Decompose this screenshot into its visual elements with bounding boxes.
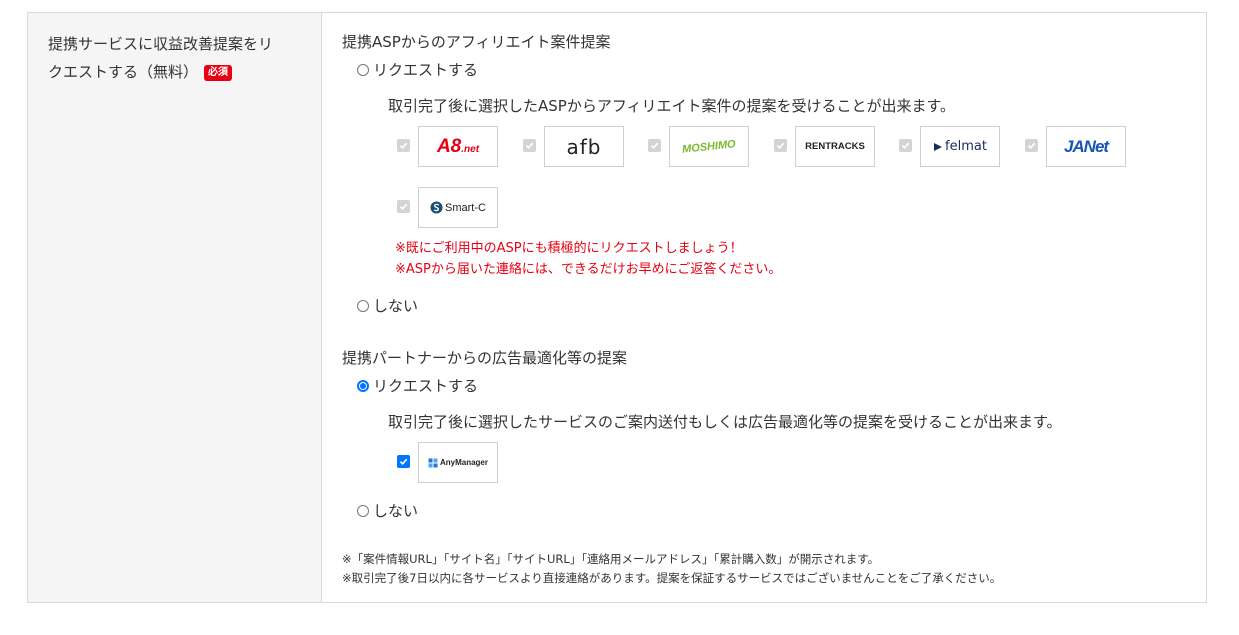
check-icon	[525, 142, 534, 150]
asp-section-title: 提携ASPからのアフィリエイト案件提案	[342, 33, 611, 51]
a8net-logo[interactable]: A8 .net	[418, 126, 498, 167]
felmat-logo[interactable]: felmat	[920, 126, 1000, 167]
smartc-checkbox[interactable]	[397, 200, 410, 213]
row-label-line1: 提携サービスに収益改善提案をリ	[48, 35, 274, 53]
asp-description: 取引完了後に選択したASPからアフィリエイト案件の提案を受けることが出来ます。	[388, 97, 956, 115]
rentracks-logo[interactable]: RENTRACKS	[795, 126, 875, 167]
asp-request-radio-option[interactable]: リクエストする	[357, 60, 478, 80]
anymanager-mark-icon	[428, 458, 438, 467]
moshimo-logo[interactable]: MOSHIMO	[669, 126, 749, 167]
check-icon	[901, 142, 910, 150]
row-content: 提携ASPからのアフィリエイト案件提案 リクエストする 取引完了後に選択したAS…	[322, 13, 1206, 602]
felmat-checkbox[interactable]	[899, 139, 912, 152]
partner-decline-label: しない	[373, 502, 419, 520]
check-icon	[650, 142, 659, 150]
row-label-line2: クエストする（無料）	[48, 63, 199, 81]
check-icon	[1027, 142, 1036, 150]
asp-notice-2: ※ASPから届いた連絡には、できるだけお早めにご返答ください。	[395, 262, 782, 277]
partner-section-title: 提携パートナーからの広告最適化等の提案	[342, 349, 628, 367]
play-icon	[934, 142, 943, 151]
row-header: 提携サービスに収益改善提案をリ クエストする（無料） 必須	[28, 13, 322, 602]
partner-request-radio-option[interactable]: リクエストする	[357, 376, 478, 396]
asp-notice-1: ※既にご利用中のASPにも積極的にリクエストしましょう！	[395, 241, 743, 256]
required-badge: 必須	[204, 65, 233, 81]
form-table: 提携サービスに収益改善提案をリ クエストする（無料） 必須 提携ASPからのアフィ…	[27, 12, 1207, 603]
asp-decline-label: しない	[373, 297, 419, 315]
footnote-contact: ※取引完了後7日以内に各サービスより直接連絡があります。提案を保証するサービスで…	[342, 571, 1002, 585]
asp-request-label: リクエストする	[373, 61, 479, 79]
asp-decline-radio[interactable]	[357, 300, 369, 312]
moshimo-checkbox[interactable]	[648, 139, 661, 152]
anymanager-checkbox[interactable]	[397, 455, 410, 468]
asp-request-radio[interactable]	[357, 64, 369, 76]
rentracks-checkbox[interactable]	[774, 139, 787, 152]
check-icon	[399, 142, 408, 150]
partner-decline-radio-option[interactable]: しない	[357, 501, 418, 521]
partner-request-label: リクエストする	[373, 377, 479, 395]
partner-decline-radio[interactable]	[357, 505, 369, 517]
a8net-checkbox[interactable]	[397, 139, 410, 152]
afb-logo[interactable]: afb	[544, 126, 624, 167]
smartc-logo[interactable]: Smart-C	[418, 187, 498, 228]
janet-checkbox[interactable]	[1025, 139, 1038, 152]
footnote-disclosure: ※「案件情報URL」「サイト名」「サイトURL」「連絡用メールアドレス」「累計購…	[342, 552, 880, 566]
anymanager-logo[interactable]: AnyManager	[418, 442, 498, 483]
check-icon	[776, 142, 785, 150]
asp-decline-radio-option[interactable]: しない	[357, 296, 418, 316]
afb-checkbox[interactable]	[523, 139, 536, 152]
janet-logo[interactable]: JANet	[1046, 126, 1126, 167]
smartc-mark-icon	[430, 201, 443, 214]
partner-request-radio[interactable]	[357, 380, 369, 392]
check-icon	[399, 458, 408, 466]
check-icon	[399, 203, 408, 211]
partner-description: 取引完了後に選択したサービスのご案内送付もしくは広告最適化等の提案を受けることが…	[388, 413, 1062, 431]
